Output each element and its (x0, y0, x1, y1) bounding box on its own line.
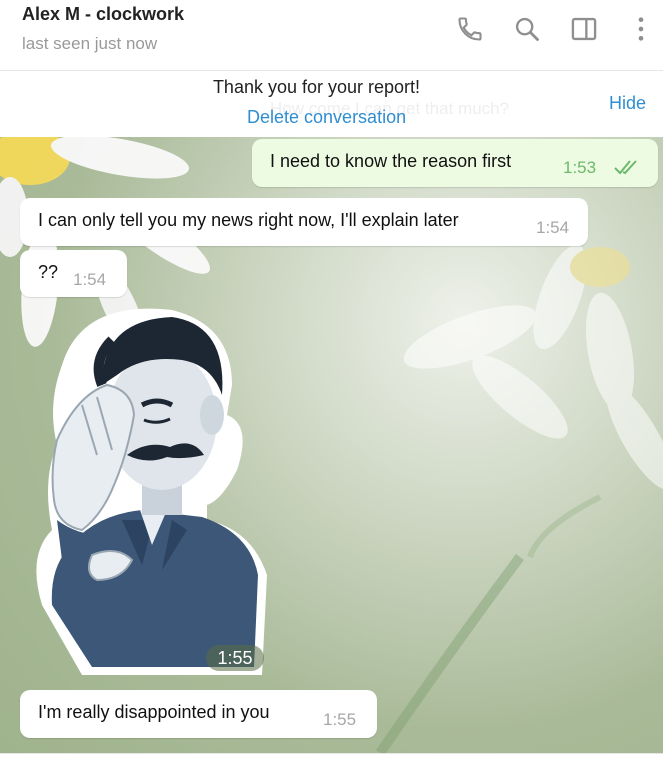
message-time: 1:53 (563, 158, 597, 177)
message-time: 1:54 (536, 218, 570, 237)
report-message: Thank you for your report! (212, 77, 421, 97)
message-bubble-incoming[interactable]: ?? 1:54 (20, 250, 127, 297)
more-vert-icon[interactable] (626, 14, 656, 44)
message-text: ?? (38, 262, 59, 282)
double-check-icon (613, 158, 641, 181)
sidebar-toggle-icon[interactable] (569, 14, 599, 44)
message-text: I need to know the reason first (270, 151, 512, 171)
chat-title[interactable]: Alex M - clockwork (22, 4, 184, 25)
facepalm-man-sticker[interactable] (22, 305, 270, 677)
message-bubble-incoming[interactable]: I'm really disappointed in you 1:55 (20, 690, 377, 738)
message-time: 1:54 (73, 270, 107, 289)
chat-header: Alex M - clockwork last seen just now (0, 0, 663, 71)
delete-conversation-link[interactable]: Delete conversation (247, 107, 406, 128)
phone-icon[interactable] (455, 14, 485, 44)
message-bubble-outgoing[interactable]: I need to know the reason first 1:53 (252, 139, 658, 187)
chat-area[interactable]: I need to know the reason first 1:53 I c… (0, 137, 663, 753)
message-text: I can only tell you my news right now, I… (38, 210, 459, 230)
message-input-area[interactable] (0, 753, 663, 767)
report-bar: How come I can get that much? Thank you … (0, 71, 663, 137)
message-text: I'm really disappointed in you (38, 702, 270, 722)
message-bubble-incoming[interactable]: I can only tell you my news right now, I… (20, 198, 588, 246)
search-icon[interactable] (512, 14, 542, 44)
message-time: 1:55 (323, 710, 357, 729)
hide-button[interactable]: Hide (609, 93, 646, 114)
last-seen-status: last seen just now (22, 34, 158, 53)
sticker-time: 1:55 (206, 645, 264, 671)
